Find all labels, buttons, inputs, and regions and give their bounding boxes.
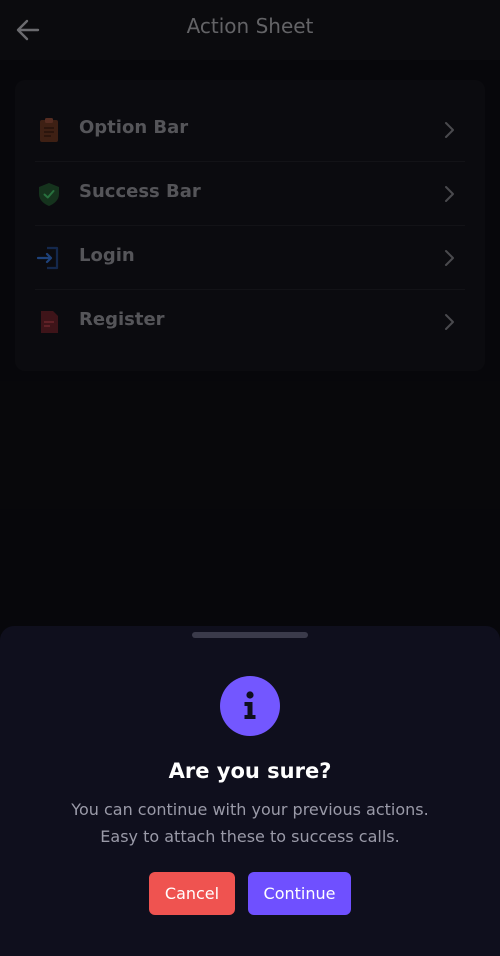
action-sheet: Are you sure? You can continue with your… (0, 626, 500, 956)
sheet-message: You can continue with your previous acti… (20, 796, 480, 850)
continue-button[interactable]: Continue (248, 872, 351, 915)
sheet-title: Are you sure? (168, 759, 332, 783)
info-icon (220, 676, 280, 736)
message-line: Easy to attach these to success calls. (100, 827, 400, 846)
message-line: You can continue with your previous acti… (71, 800, 429, 819)
drag-handle[interactable] (192, 632, 308, 638)
cancel-button[interactable]: Cancel (149, 872, 235, 915)
